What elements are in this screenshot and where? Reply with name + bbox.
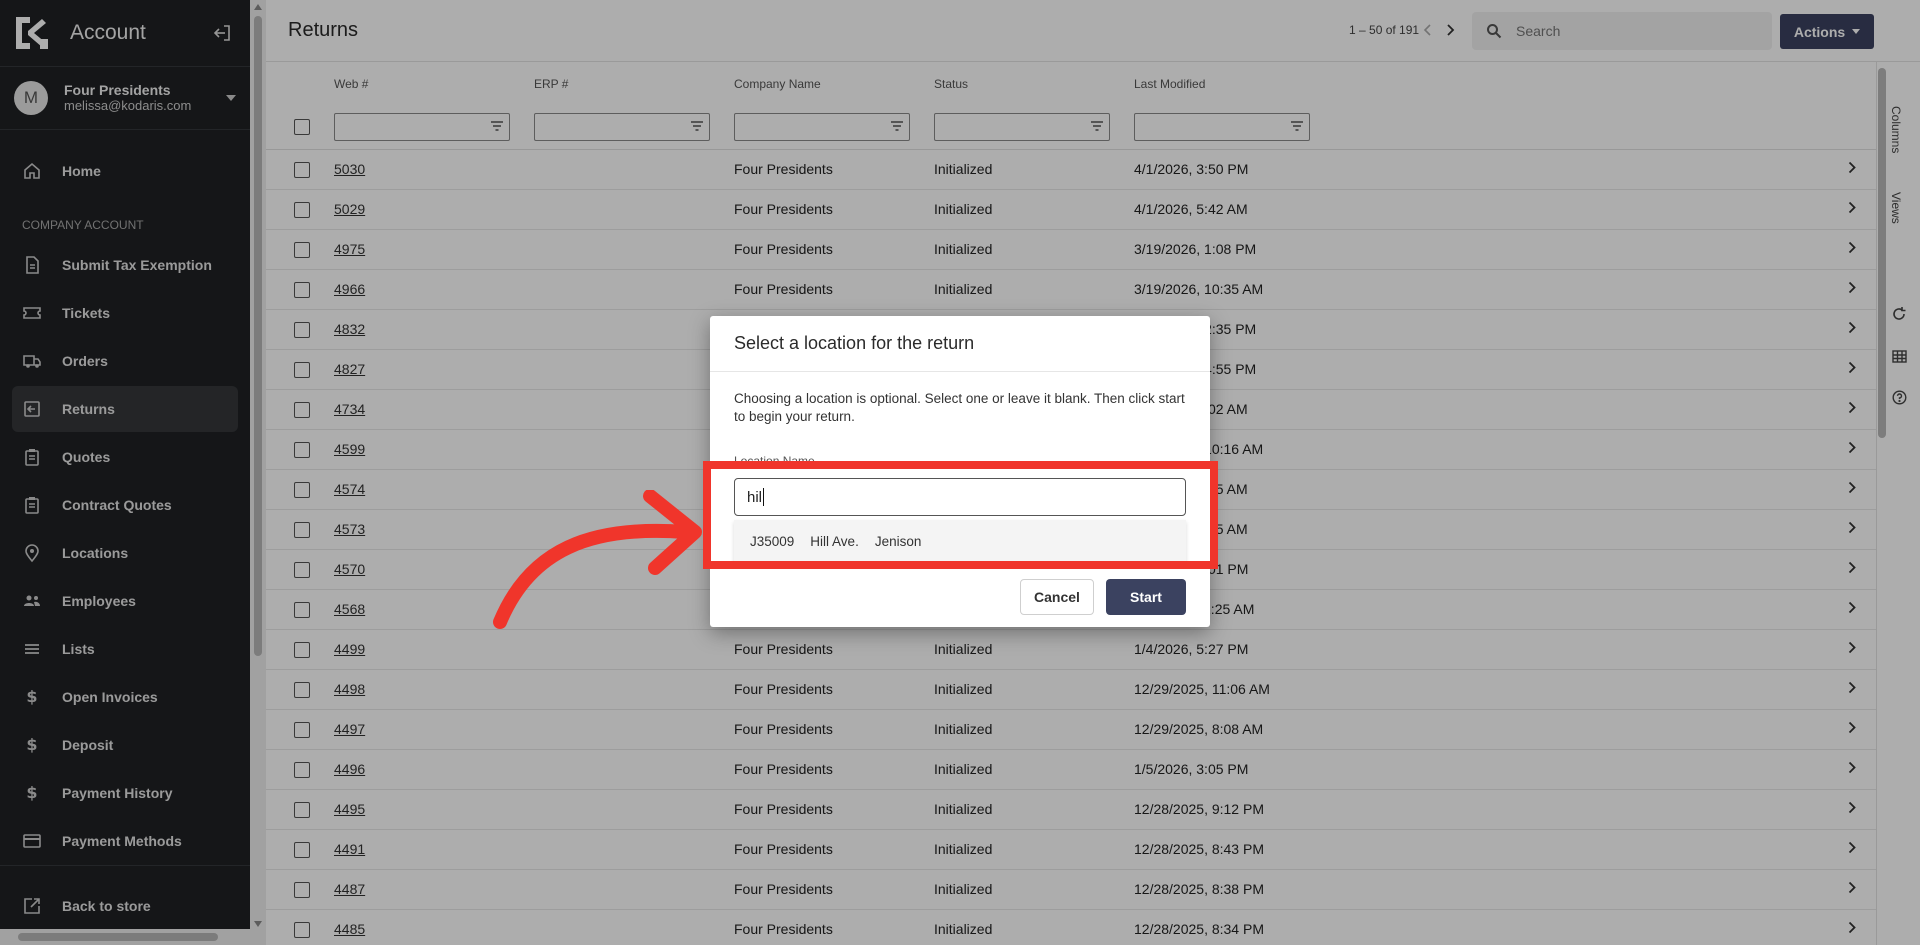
annotation-arrow-icon — [493, 490, 702, 629]
dialog-title: Select a location for the return — [710, 316, 1210, 372]
dialog-description: Choosing a location is optional. Select … — [734, 391, 1185, 424]
start-button[interactable]: Start — [1106, 579, 1186, 615]
cancel-button[interactable]: Cancel — [1020, 579, 1094, 615]
annotation-highlight-box — [703, 461, 1218, 569]
